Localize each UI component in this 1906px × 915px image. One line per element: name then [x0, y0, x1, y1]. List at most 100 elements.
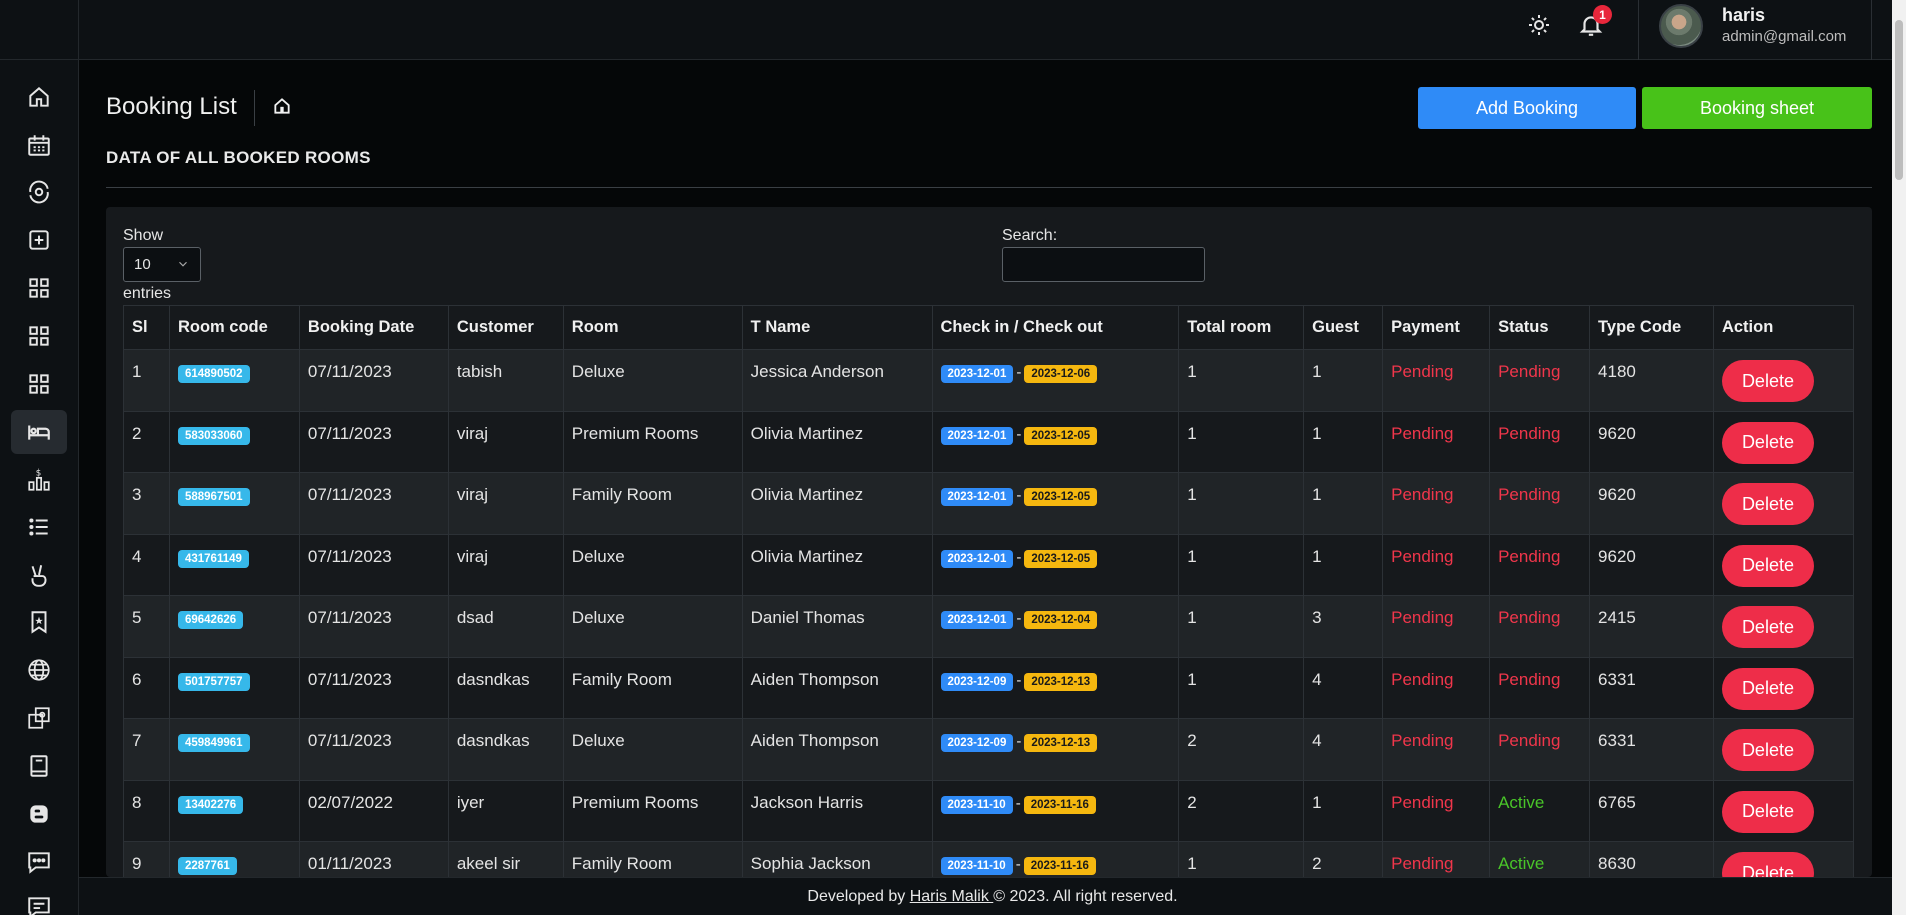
- column-header[interactable]: Room code: [168, 305, 300, 350]
- avatar[interactable]: [1659, 4, 1703, 48]
- message-icon[interactable]: [11, 885, 67, 915]
- column-header[interactable]: Status: [1489, 305, 1591, 350]
- add-booking-button[interactable]: Add Booking: [1418, 87, 1636, 129]
- check-out-badge: 2023-11-16: [1023, 857, 1096, 875]
- column-header[interactable]: Type Code: [1589, 305, 1714, 350]
- delete-button[interactable]: Delete: [1721, 421, 1814, 464]
- list-icon[interactable]: [11, 505, 67, 549]
- column-header[interactable]: T Name: [741, 305, 933, 350]
- cell-tname: Sophia Jackson: [741, 841, 933, 877]
- bookmark-star-icon[interactable]: [11, 600, 67, 644]
- gear-eye-icon[interactable]: [11, 170, 67, 214]
- column-header[interactable]: Sl: [123, 305, 170, 350]
- grid-icon[interactable]: [11, 362, 67, 406]
- cell-delete: Delete: [1712, 595, 1855, 658]
- page-scrollbar[interactable]: [1892, 0, 1906, 915]
- cell-type: 6765: [1589, 779, 1714, 842]
- sms-icon[interactable]: [11, 840, 67, 884]
- cell-sl: 4: [123, 533, 170, 596]
- search-input[interactable]: [1002, 247, 1205, 282]
- cell-customer: akeel sir: [447, 841, 564, 877]
- peace-hand-icon[interactable]: [11, 553, 67, 597]
- delete-button[interactable]: Delete: [1721, 360, 1814, 402]
- cell-payment: Pending: [1382, 533, 1491, 596]
- grid-icon[interactable]: [11, 314, 67, 358]
- cell-customer: viraj: [447, 533, 564, 596]
- delete-button[interactable]: Delete: [1721, 729, 1814, 771]
- table-row[interactable]: 5 69642626 07/11/2023 dsad Deluxe Daniel Thom…: [123, 595, 1855, 658]
- check-out-badge: 2023-12-05: [1024, 426, 1098, 445]
- check-in-badge: 2023-12-01: [940, 488, 1014, 506]
- delete-button[interactable]: Delete: [1721, 606, 1814, 648]
- cell-date: 02/07/2022: [298, 779, 449, 842]
- globe-icon[interactable]: [11, 648, 67, 692]
- column-header[interactable]: Guest: [1303, 305, 1384, 350]
- book-icon[interactable]: [11, 744, 67, 788]
- column-header[interactable]: Action: [1712, 305, 1855, 350]
- scrollbar-thumb[interactable]: [1895, 20, 1903, 180]
- delete-button[interactable]: Delete: [1721, 852, 1814, 877]
- search-label: Search:: [1002, 227, 1058, 244]
- payment-status-text: Pending: [1391, 669, 1454, 689]
- status-status-text: Pending: [1498, 362, 1561, 381]
- blogger-icon[interactable]: [11, 792, 67, 836]
- table-row[interactable]: 4 431761149 07/11/2023 viraj Deluxe Olivia Ma…: [123, 533, 1855, 596]
- breadcrumb-home-icon[interactable]: [272, 96, 292, 116]
- entries-select[interactable]: 10: [123, 247, 201, 282]
- table-row[interactable]: 3 588967501 07/11/2023 viraj Family Room Oliv…: [123, 472, 1855, 535]
- delete-button[interactable]: Delete: [1721, 544, 1814, 587]
- cell-status: Active: [1489, 779, 1591, 842]
- bed-icon[interactable]: [11, 410, 67, 454]
- footer: Developed by Haris Malik © 2023. All rig…: [79, 877, 1906, 915]
- cell-room: Premium Rooms: [562, 410, 743, 473]
- calendar-icon[interactable]: [11, 123, 67, 167]
- column-header[interactable]: Total room: [1178, 305, 1305, 350]
- grid-icon[interactable]: [11, 266, 67, 310]
- table-row[interactable]: 1 614890502 07/11/2023 tabish Deluxe Jessica …: [123, 349, 1855, 412]
- check-out-badge: 2023-12-05: [1024, 488, 1098, 506]
- user-menu[interactable]: haris admin@gmail.com: [1638, 0, 1872, 60]
- delete-button[interactable]: Delete: [1721, 667, 1814, 710]
- cell-checkin: 2023-12-01-2023-12-05: [931, 472, 1180, 535]
- delete-button[interactable]: Delete: [1721, 483, 1814, 525]
- chart-dollar-icon[interactable]: $: [11, 458, 67, 502]
- booking-sheet-button[interactable]: Booking sheet: [1642, 87, 1872, 129]
- bookings-table: Sl Room code Booking Date Customer Room …: [123, 305, 1855, 877]
- cell-payment: Pending: [1382, 472, 1491, 535]
- cell-tname: Daniel Thomas: [741, 595, 933, 658]
- cell-checkin: 2023-12-01-2023-12-05: [931, 533, 1180, 596]
- theme-toggle-sun-icon[interactable]: [1527, 13, 1551, 37]
- svg-text:$: $: [36, 469, 42, 479]
- footer-author-link[interactable]: Haris Malik: [910, 888, 994, 905]
- cell-guest: 2: [1303, 841, 1384, 877]
- room-code-badge: 459849961: [177, 734, 250, 752]
- column-header[interactable]: Room: [562, 305, 743, 350]
- column-header[interactable]: Payment: [1382, 305, 1491, 350]
- table-row[interactable]: 2 583033060 07/11/2023 viraj Premium Rooms Ol…: [123, 410, 1855, 473]
- table-row[interactable]: 8 13402276 02/07/2022 iyer Premium Rooms Jack…: [123, 779, 1855, 842]
- table-row[interactable]: 9 2287761 01/11/2023 akeel sir Family Room So…: [123, 841, 1855, 877]
- table-row[interactable]: 6 501757757 07/11/2023 dasndkas Family Room A…: [123, 656, 1855, 719]
- status-status-text: Pending: [1498, 546, 1561, 566]
- home-icon[interactable]: [11, 75, 67, 119]
- cell-sl: 3: [123, 472, 170, 535]
- delete-button[interactable]: Delete: [1721, 790, 1814, 833]
- cell-code: 69642626: [168, 595, 300, 658]
- status-status-text: Active: [1498, 792, 1545, 812]
- table-row[interactable]: 7 459849961 07/11/2023 dasndkas Deluxe Aiden …: [123, 718, 1855, 781]
- column-header[interactable]: Check in / Check out: [931, 305, 1180, 350]
- cell-date: 07/11/2023: [298, 349, 449, 412]
- cell-delete: Delete: [1712, 718, 1855, 781]
- cell-total: 1: [1178, 472, 1305, 535]
- cell-total: 1: [1178, 410, 1305, 473]
- room-code-badge: 13402276: [177, 795, 244, 814]
- column-header[interactable]: Booking Date: [298, 305, 449, 350]
- payment-status-text: Pending: [1391, 792, 1454, 812]
- column-header[interactable]: Customer: [447, 305, 564, 350]
- cell-checkin: 2023-11-10-2023-11-16: [931, 841, 1180, 877]
- cell-customer: tabish: [447, 349, 564, 412]
- add-square-icon[interactable]: [11, 218, 67, 262]
- cell-checkin: 2023-12-01-2023-12-05: [931, 410, 1180, 473]
- settings-window-icon[interactable]: [11, 696, 67, 740]
- cell-total: 1: [1178, 841, 1305, 877]
